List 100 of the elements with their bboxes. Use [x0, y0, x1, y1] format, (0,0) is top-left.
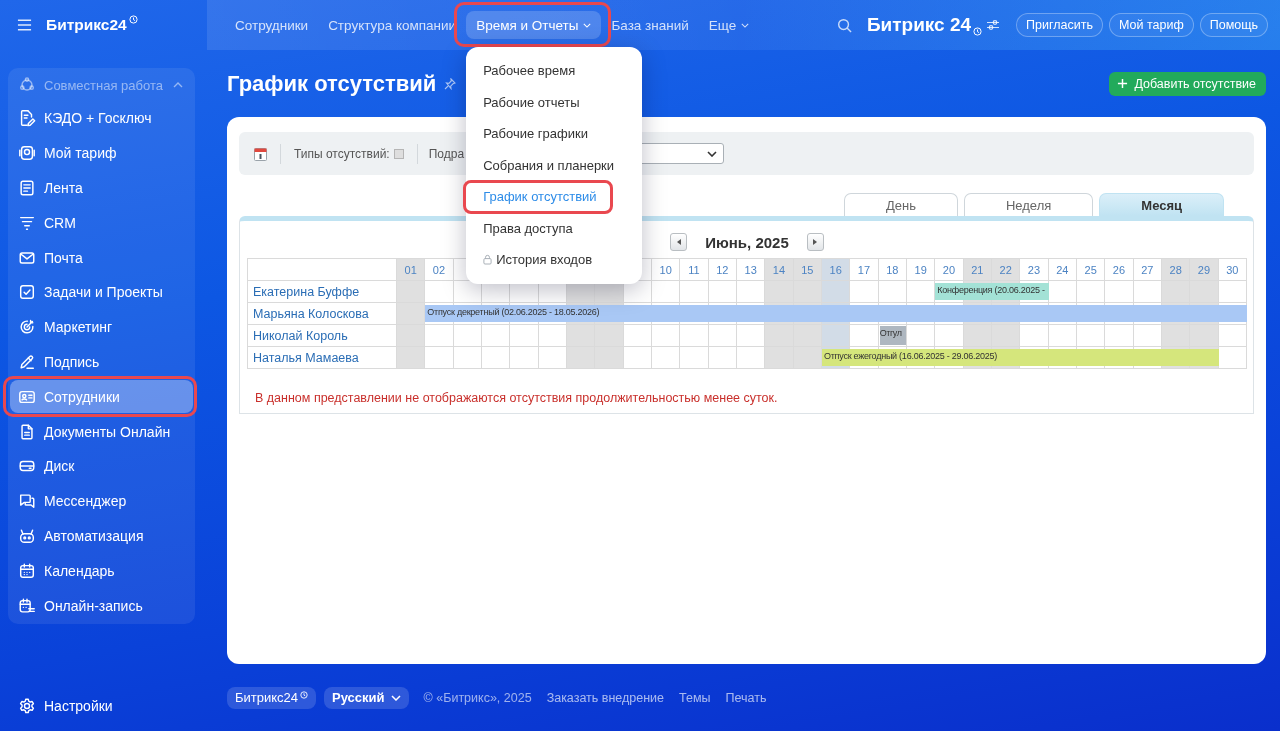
menu-item[interactable]: Рабочее время: [469, 59, 586, 82]
chat-icon: [18, 492, 36, 511]
nav-link[interactable]: Сотрудники: [225, 11, 319, 39]
nav-link[interactable]: Структура компании: [318, 11, 467, 39]
day-header: 12: [708, 259, 737, 281]
list-document-icon: [18, 179, 36, 197]
absence-bar[interactable]: Отпуск декретный (02.06.2025 - 18.05.2026): [425, 305, 1247, 322]
day-header: 11: [680, 259, 709, 281]
triangle-right-icon: [813, 239, 818, 245]
add-absence-button[interactable]: Добавить отсутствие: [1109, 71, 1266, 96]
header-button[interactable]: Помощь: [1199, 13, 1268, 37]
sidebar-item[interactable]: Маркетинг: [10, 310, 193, 344]
logo-text[interactable]: Битрикс24: [46, 16, 127, 34]
pen-icon: [18, 352, 36, 371]
nav-link[interactable]: Время и Отчеты: [466, 11, 602, 39]
menu-item[interactable]: Собрания и планерки: [469, 154, 625, 177]
menu-item[interactable]: График отсутствий: [469, 185, 607, 208]
nav-link[interactable]: Еще: [698, 11, 760, 39]
sidebar-item[interactable]: Почта: [10, 241, 193, 274]
plus-icon: [1117, 78, 1129, 89]
day-header: 19: [907, 259, 936, 281]
header-button[interactable]: Мой тариф: [1109, 13, 1194, 37]
day-header: 01: [397, 259, 426, 281]
department-label: Подра: [428, 146, 465, 161]
footer-link[interactable]: Темы: [679, 690, 711, 705]
checkbox[interactable]: [393, 148, 404, 159]
sidebar-item[interactable]: Автоматизация: [10, 519, 193, 553]
view-tab[interactable]: День: [843, 193, 958, 216]
clock-icon: [300, 690, 309, 699]
sidebar-item[interactable]: Документы Онлайн: [10, 415, 193, 448]
footer-link[interactable]: Заказать внедрение: [546, 690, 665, 705]
next-month-button[interactable]: [806, 233, 824, 251]
sidebar-item[interactable]: Мой тариф: [10, 136, 193, 170]
settings-icon: [18, 696, 36, 715]
day-header: 24: [1048, 259, 1077, 281]
sidebar-item[interactable]: КЭДО + Госключ: [10, 102, 193, 135]
day-header: 16: [822, 259, 851, 281]
absence-bar[interactable]: Отгул: [879, 326, 906, 345]
previous-month-button[interactable]: [670, 233, 688, 251]
view-tab[interactable]: Месяц: [1099, 193, 1224, 216]
employee-name[interactable]: Наталья Мамаева: [248, 347, 397, 369]
sidebar-item[interactable]: Календарь: [10, 554, 193, 588]
day-header: 21: [963, 259, 992, 281]
language-button[interactable]: Русский: [324, 686, 409, 709]
absence-bar[interactable]: Конференция (20.06.2025 -: [935, 283, 1049, 300]
clock-icon: [128, 15, 138, 24]
group-icon: [18, 76, 36, 94]
day-header: 27: [1133, 259, 1162, 281]
sidebar-item[interactable]: Лента: [10, 171, 193, 205]
calendar-icon: [18, 561, 36, 580]
sidebar-item[interactable]: Диск: [10, 449, 193, 483]
day-header: 28: [1162, 259, 1191, 281]
menu-item[interactable]: История входов: [469, 248, 603, 271]
document-icon: [18, 422, 36, 441]
page-title: График отсутствий: [227, 70, 437, 97]
calendar-list-icon: [18, 596, 36, 615]
sidebar-item[interactable]: Задачи и Проекты: [10, 276, 193, 309]
day-header: 23: [1020, 259, 1049, 281]
employee-name[interactable]: Николай Король: [248, 325, 397, 347]
day-header: 20: [935, 259, 964, 281]
menu-item[interactable]: Рабочие графики: [469, 122, 598, 145]
menu-item[interactable]: Рабочие отчеты: [469, 91, 590, 114]
pin-icon[interactable]: [444, 77, 457, 90]
document-pen-icon: [18, 109, 36, 128]
chevron-down-icon: [390, 694, 401, 701]
sidebar-item[interactable]: Сотрудники: [10, 380, 193, 414]
day-header: 10: [652, 259, 681, 281]
sidebar-item[interactable]: Онлайн-запись: [10, 589, 193, 622]
employee-name[interactable]: Марьяна Колоскова: [248, 303, 397, 325]
menu-item[interactable]: Права доступа: [469, 217, 583, 240]
copyright-text: © «Битрикс», 2025: [423, 690, 532, 705]
day-header: 29: [1190, 259, 1219, 281]
nav-link[interactable]: База знаний: [601, 11, 699, 39]
menu-icon[interactable]: [17, 19, 32, 31]
day-header: 26: [1105, 259, 1134, 281]
settings-item[interactable]: Настройки: [10, 689, 190, 722]
sidebar-item[interactable]: Подпись: [10, 345, 193, 379]
sliders-icon[interactable]: [986, 19, 1001, 31]
absence-bar[interactable]: Отпуск ежегодный (16.06.2025 - 29.06.2025): [822, 349, 1219, 366]
calendar-icon[interactable]: [254, 146, 267, 161]
clock-icon: [973, 27, 983, 36]
header-button[interactable]: Пригласить: [1016, 13, 1103, 37]
brand-button[interactable]: Битрикс24: [227, 686, 317, 709]
brand-logo[interactable]: Битрикс 24: [866, 14, 972, 36]
search-icon[interactable]: [836, 17, 852, 33]
sidebar-item[interactable]: CRM: [10, 206, 193, 240]
day-header: 13: [737, 259, 766, 281]
sidebar-item[interactable]: Мессенджер: [10, 484, 193, 518]
absence-types-label: Типы отсутствий:: [294, 146, 390, 161]
footer-link[interactable]: Печать: [725, 690, 767, 705]
view-tab[interactable]: Неделя: [963, 193, 1094, 216]
employee-name[interactable]: Екатерина Буффе: [248, 281, 397, 303]
checkbox-icon: [18, 283, 36, 302]
robot-icon: [18, 526, 36, 545]
day-header: 14: [765, 259, 794, 281]
notice-text: В данном представлении не отображаются отсутствия продолжительностью менее суток.: [255, 391, 779, 405]
day-header: 15: [793, 259, 822, 281]
chevron-down-icon: [707, 150, 718, 157]
day-header: 30: [1218, 259, 1247, 281]
month-title: Июнь, 2025: [705, 233, 789, 251]
